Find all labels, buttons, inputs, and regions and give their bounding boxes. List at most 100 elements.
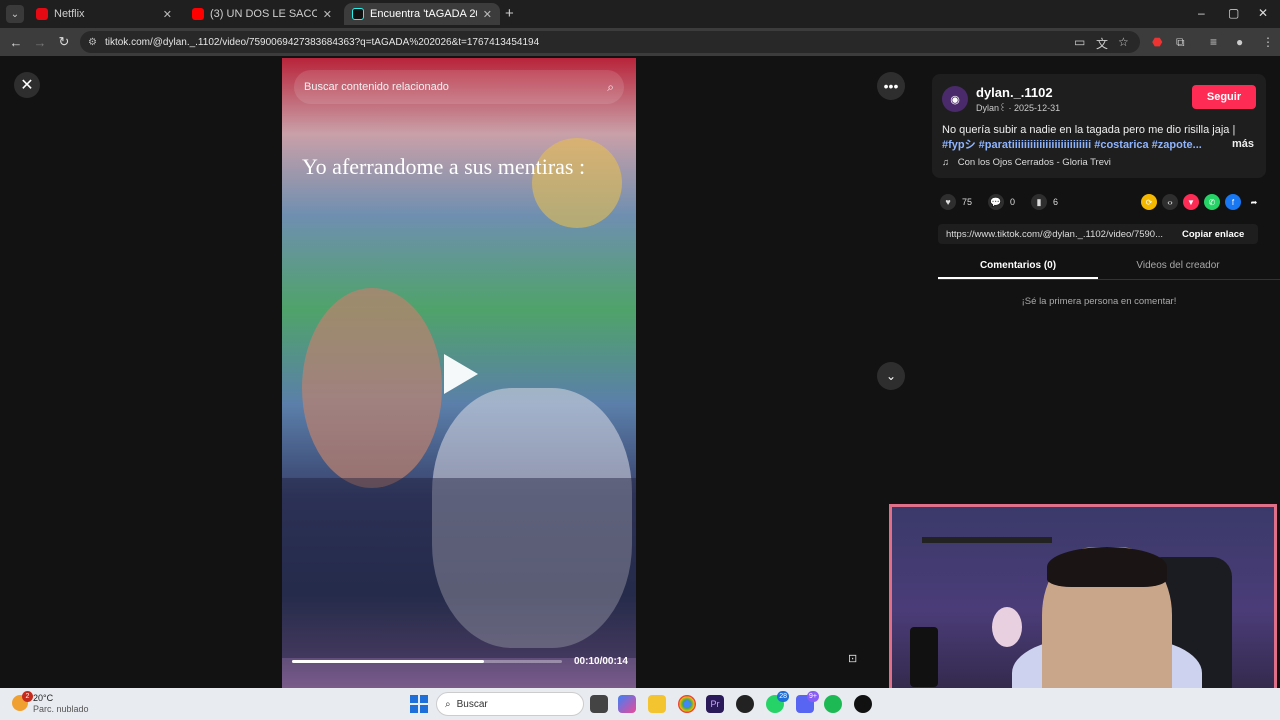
tab-tiktok[interactable]: Encuentra 'tAGADA 2026' en TikTok ✕: [344, 3, 500, 25]
spotify-icon[interactable]: [824, 695, 842, 713]
post-description: No quería subir a nadie en la tagada per…: [942, 123, 1252, 153]
repost-icon[interactable]: ⟳: [1141, 194, 1157, 210]
back-icon[interactable]: ←: [4, 35, 28, 50]
adblock-icon[interactable]: ⬣: [1152, 35, 1162, 49]
username[interactable]: dylan._.1102: [976, 85, 1053, 100]
windows-taskbar: 2 20°C Parc. nublado ⌕ Buscar Pr 28 9+: [0, 688, 1280, 720]
avatar[interactable]: ◉: [942, 86, 968, 112]
related-search-placeholder: Buscar contenido relacionado: [304, 81, 449, 93]
tab-title: Netflix: [54, 8, 85, 20]
decorative-mask: [992, 607, 1022, 647]
tumbler-cup: [910, 627, 938, 687]
video-frame-lights: [532, 138, 622, 228]
music-link[interactable]: ♫ Con los Ojos Cerrados - Gloria Trevi: [942, 157, 1111, 168]
more-text-button[interactable]: más: [1232, 138, 1254, 150]
whatsapp-app-icon[interactable]: 28: [766, 691, 789, 713]
netflix-icon: [36, 8, 48, 20]
maximize-button[interactable]: ▢: [1228, 6, 1239, 20]
video-caption: Yo aferrandome a sus mentiras :: [302, 154, 586, 179]
webcam-overlay: [889, 504, 1277, 716]
save-count: 6: [1053, 197, 1059, 207]
weather-badge: 2: [22, 691, 33, 702]
temperature: 20°C: [33, 693, 54, 703]
close-tab-icon[interactable]: ✕: [163, 8, 172, 21]
tab-netflix[interactable]: Netflix ✕: [28, 3, 180, 25]
taskbar-search-placeholder: Buscar: [456, 698, 488, 710]
copy-link-button[interactable]: Copiar enlace: [1182, 229, 1244, 240]
search-icon[interactable]: ⌕: [607, 80, 614, 95]
comment-icon: 💬: [988, 194, 1005, 210]
new-tab-button[interactable]: +: [505, 5, 514, 22]
taskbar-search-input[interactable]: ⌕ Buscar: [436, 692, 584, 716]
play-icon[interactable]: [444, 354, 478, 394]
video-time: 00:10/00:14: [574, 656, 628, 667]
tab-youtube[interactable]: (3) UN DOS LE SACO EL ARROZ ✕: [184, 3, 340, 25]
url-bar[interactable]: ⚙ tiktok.com/@dylan._.1102/video/7590069…: [80, 31, 1140, 53]
extensions-icon[interactable]: ⧉: [1176, 35, 1185, 50]
share-link-text[interactable]: https://www.tiktok.com/@dylan._.1102/vid…: [946, 229, 1172, 240]
premiere-pro-icon[interactable]: Pr: [706, 695, 724, 713]
facebook-icon[interactable]: f: [1225, 194, 1241, 210]
translate-icon[interactable]: 文: [1096, 35, 1108, 52]
share-arrow-icon[interactable]: ➦: [1246, 194, 1262, 210]
comments-tabs: Comentarios (0) Videos del creador: [938, 252, 1280, 280]
video-player[interactable]: Buscar contenido relacionado ⌕ Yo aferra…: [282, 58, 636, 688]
close-tab-icon[interactable]: ✕: [483, 8, 492, 21]
copilot-icon[interactable]: [618, 695, 636, 713]
weather-icon: 2: [12, 691, 33, 711]
chevron-down-icon[interactable]: ⌄: [877, 362, 905, 390]
more-options-icon[interactable]: •••: [877, 72, 905, 100]
close-tab-icon[interactable]: ✕: [323, 8, 332, 21]
forward-icon[interactable]: →: [28, 35, 52, 50]
description-text: No quería subir a nadie en la tagada per…: [942, 124, 1236, 136]
close-window-button[interactable]: ✕: [1258, 6, 1268, 20]
profile-avatar-icon[interactable]: ●: [1236, 35, 1243, 49]
person-hair: [1047, 547, 1167, 587]
tiktok-icon: [352, 8, 364, 20]
comment-button[interactable]: 💬 0: [988, 194, 1015, 210]
site-info-icon[interactable]: ⚙: [88, 37, 97, 48]
tab-creator-videos[interactable]: Videos del creador: [1098, 252, 1258, 279]
app-icon[interactable]: [854, 695, 872, 713]
video-progress-fill: [292, 660, 484, 663]
share-link-box: https://www.tiktok.com/@dylan._.1102/vid…: [938, 224, 1258, 244]
menu-icon[interactable]: ⋮: [1262, 35, 1274, 49]
heart-icon: ♥: [940, 194, 956, 210]
tab-title: Encuentra 'tAGADA 2026' en TikTok: [370, 8, 477, 20]
follow-button[interactable]: Seguir: [1192, 85, 1256, 109]
minimize-button[interactable]: –: [1198, 6, 1205, 20]
whatsapp-icon[interactable]: ✆: [1204, 194, 1220, 210]
file-explorer-icon[interactable]: [648, 695, 666, 713]
shelf: [922, 537, 1052, 543]
close-icon[interactable]: ✕: [14, 72, 40, 98]
youtube-icon: [192, 8, 204, 20]
tab-comments[interactable]: Comentarios (0): [938, 252, 1098, 279]
windows-start-icon[interactable]: [410, 695, 428, 713]
tab-search-button[interactable]: ⌄: [6, 5, 24, 23]
bookmark-star-icon[interactable]: ☆: [1118, 35, 1129, 49]
whatsapp-badge: 28: [777, 691, 789, 702]
music-note-icon: ♫: [942, 157, 950, 168]
hashtag-links[interactable]: #fypシ #paratiiiiiiiiiiiiiiiiiiiiiiiiii #…: [942, 138, 1252, 153]
embed-icon[interactable]: ‹›: [1162, 194, 1178, 210]
task-view-icon[interactable]: [590, 695, 608, 713]
obs-icon[interactable]: [736, 695, 754, 713]
volume-icon[interactable]: ⊡: [848, 652, 868, 670]
cast-icon[interactable]: ▭: [1074, 35, 1085, 49]
share-buttons: ⟳ ‹› ▼ ✆ f ➦: [1136, 194, 1262, 210]
send-icon[interactable]: ▼: [1183, 194, 1199, 210]
save-button[interactable]: ▮ 6: [1031, 194, 1058, 210]
author-subline: Dylan꒰ · 2025-12-31: [976, 103, 1061, 113]
related-search-input[interactable]: Buscar contenido relacionado ⌕: [294, 70, 624, 104]
reload-icon[interactable]: ↻: [52, 34, 76, 50]
media-icon[interactable]: ≡: [1210, 35, 1217, 49]
discord-icon[interactable]: 9+: [796, 691, 819, 713]
video-frame-art: [302, 288, 442, 488]
like-button[interactable]: ♥ 75: [940, 194, 972, 210]
chrome-icon[interactable]: [678, 695, 696, 713]
browser-tabbar: ⌄ Netflix ✕ (3) UN DOS LE SACO EL ARROZ …: [0, 0, 1280, 28]
url-text: tiktok.com/@dylan._.1102/video/759006942…: [104, 36, 540, 48]
like-count: 75: [962, 197, 973, 207]
video-frame-crowd: [282, 478, 636, 658]
video-progress-bar[interactable]: [292, 660, 562, 663]
